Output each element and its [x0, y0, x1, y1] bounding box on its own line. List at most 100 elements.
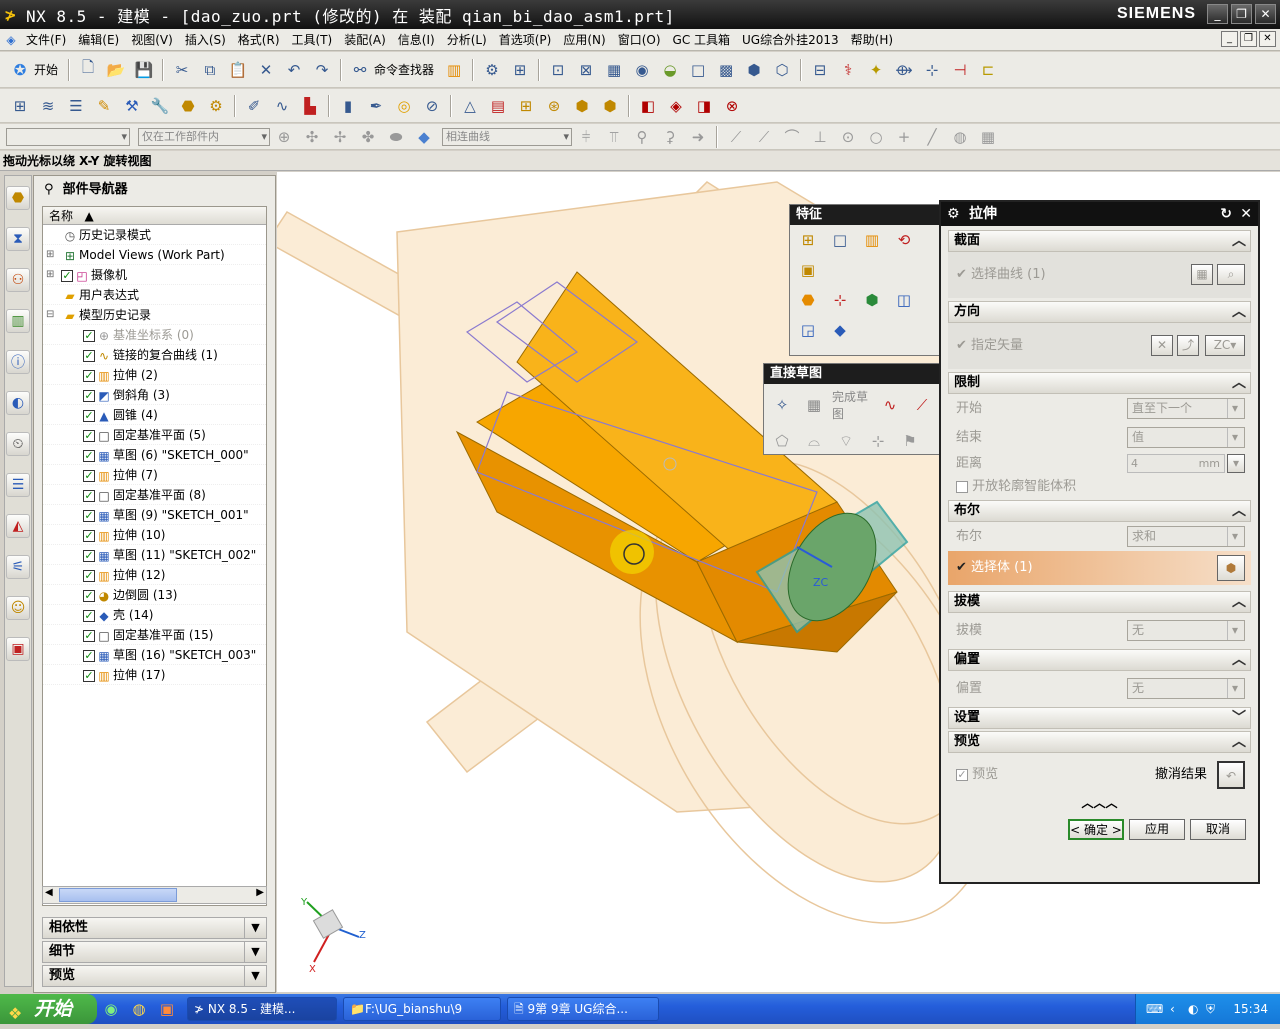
chevron-up-icon[interactable]: ︿: [1232, 501, 1246, 521]
start-menu-button[interactable]: ❖ 开始: [0, 994, 97, 1024]
snap-grid-icon[interactable]: ▦: [977, 126, 999, 148]
history-icon[interactable]: ⏲: [6, 432, 30, 456]
profile-icon[interactable]: ∿: [879, 394, 901, 416]
fillet-sketch-icon[interactable]: ⌓: [803, 430, 825, 452]
snap-line-icon[interactable]: ⟋: [725, 126, 747, 148]
delete-icon[interactable]: ✕: [255, 59, 277, 81]
line-icon[interactable]: ⟋: [911, 394, 933, 416]
roles-icon[interactable]: ☺: [6, 596, 30, 620]
undo-result-button[interactable]: ↶: [1217, 761, 1245, 789]
tree-row[interactable]: ✓ ▦ 草图 (11) "SKETCH_002": [43, 545, 266, 565]
menu-tools[interactable]: 工具(T): [286, 29, 339, 51]
collapse-more-icon[interactable]: ︿︿︿: [941, 797, 1258, 811]
menu-info[interactable]: 信息(I): [392, 29, 441, 51]
measure-icon[interactable]: ⚕: [837, 59, 859, 81]
visibility-checkbox[interactable]: ✓: [83, 389, 95, 402]
quicklaunch-media-icon[interactable]: ▣: [156, 998, 178, 1020]
volume-icon[interactable]: ◐: [1188, 994, 1198, 1024]
visibility-checkbox[interactable]: ✓: [83, 569, 95, 582]
chevron-up-icon[interactable]: ︿: [1232, 650, 1246, 670]
tree-row[interactable]: ◷ 历史记录模式: [43, 225, 266, 245]
analysis-icon[interactable]: ⊟: [809, 59, 831, 81]
quicklaunch-ie-icon[interactable]: ◉: [100, 998, 122, 1020]
curve-snap-icon[interactable]: ⫩: [575, 126, 597, 148]
chevron-up-icon[interactable]: ︿: [1232, 231, 1246, 251]
cube-red-icon[interactable]: ◧: [637, 95, 659, 117]
background-icon[interactable]: ◒: [659, 59, 681, 81]
tree-row[interactable]: ✓ ◩ 倒斜角 (3): [43, 385, 266, 405]
polygon-icon[interactable]: ⬠: [771, 430, 793, 452]
tree-row[interactable]: ✓ □ 固定基准平面 (15): [43, 625, 266, 645]
edit-object-icon[interactable]: ⚙: [481, 59, 503, 81]
spark-icon[interactable]: ✦: [865, 59, 887, 81]
tree-row[interactable]: ▰ 用户表达式: [43, 285, 266, 305]
open-folder-icon[interactable]: 📂: [105, 59, 127, 81]
app-menu-icon[interactable]: ◈: [4, 33, 18, 47]
pattern-feature-icon[interactable]: ⊹: [829, 289, 851, 311]
chamfer-sketch-icon[interactable]: ⌔: [835, 430, 857, 452]
task-explorer[interactable]: 📁F:\UG_bianshu\9: [343, 997, 501, 1021]
layer-icon[interactable]: ▦: [603, 59, 625, 81]
chevron-down-icon[interactable]: ▼: [244, 918, 266, 938]
visibility-checkbox[interactable]: ✓: [83, 489, 95, 502]
scroll-right-icon[interactable]: ▶: [256, 887, 264, 898]
system-scene-icon[interactable]: ▣: [6, 637, 30, 661]
tree-row[interactable]: ✓ □ 固定基准平面 (5): [43, 425, 266, 445]
menu-insert[interactable]: 插入(S): [179, 29, 232, 51]
column-header-name[interactable]: 名称 ▲: [43, 207, 266, 225]
doc-close-button[interactable]: ✕: [1259, 31, 1276, 47]
draft-header[interactable]: 拔模 ︿: [948, 591, 1251, 613]
tree-row[interactable]: ✓ □ 固定基准平面 (8): [43, 485, 266, 505]
visibility-checkbox[interactable]: ✓: [83, 449, 95, 462]
pen-icon[interactable]: ✒: [365, 95, 387, 117]
horizontal-scrollbar[interactable]: ◀ ▶: [42, 886, 267, 904]
menu-ug-plugin[interactable]: UG综合外挂2013: [736, 29, 845, 51]
chevron-up-icon[interactable]: ︿: [1232, 732, 1246, 752]
reuse-library-icon[interactable]: ▥: [6, 309, 30, 333]
offset-header[interactable]: 偏置 ︿: [948, 649, 1251, 671]
expand-icon[interactable]: ⊞: [46, 265, 54, 285]
render-style-icon[interactable]: ◉: [631, 59, 653, 81]
snap-mid-icon[interactable]: ✤: [357, 126, 379, 148]
orient-view-icon[interactable]: ⬡: [771, 59, 793, 81]
paste-icon[interactable]: 📋: [227, 59, 249, 81]
chevron-down-icon[interactable]: ▼: [244, 942, 266, 962]
menu-application[interactable]: 应用(N): [557, 29, 611, 51]
visibility-checkbox[interactable]: ✓: [83, 589, 95, 602]
distance-menu-button[interactable]: ▾: [1227, 454, 1245, 473]
task-document[interactable]: 🗎 9第 9章 UG综合...: [507, 997, 659, 1021]
visibility-checkbox[interactable]: ✓: [83, 469, 95, 482]
type-filter-combo[interactable]: [6, 127, 130, 146]
view-box-icon[interactable]: □: [687, 59, 709, 81]
snap-tangent-icon[interactable]: ⟋: [753, 126, 775, 148]
specify-vector-row[interactable]: ✔ 指定矢量 ✕ ⤴ ZC▾: [948, 323, 1251, 369]
cut-icon[interactable]: ✂: [171, 59, 193, 81]
grid-icon[interactable]: ▩: [715, 59, 737, 81]
chevron-up-icon[interactable]: ︿: [1232, 592, 1246, 612]
sketch-section-button[interactable]: ▦: [1191, 264, 1213, 285]
snap-face-icon[interactable]: ◍: [949, 126, 971, 148]
boolean-header[interactable]: 布尔 ︿: [948, 500, 1251, 522]
gear-icon[interactable]: ⚙: [947, 202, 960, 226]
preview-panel[interactable]: 预览 ▼: [42, 965, 267, 987]
settings-header[interactable]: 设置 ﹀: [948, 707, 1251, 729]
snap-center-icon[interactable]: ⊙: [837, 126, 859, 148]
hide-icon[interactable]: ⊘: [421, 95, 443, 117]
select-body-row[interactable]: ✔ 选择体 (1) ⬢: [948, 551, 1251, 585]
expand-tray-icon[interactable]: ‹: [1170, 994, 1175, 1024]
tree-row[interactable]: ✓ ◕ 边倒圆 (13): [43, 585, 266, 605]
distance-input[interactable]: 4 mm: [1127, 454, 1225, 473]
snap-perp-icon[interactable]: ⊥: [809, 126, 831, 148]
snap-end-icon[interactable]: ✢: [329, 126, 351, 148]
visibility-checkbox[interactable]: ✓: [83, 529, 95, 542]
curve-node-icon[interactable]: ⚲: [631, 126, 653, 148]
security-icon[interactable]: ⛨: [1206, 994, 1215, 1024]
tree-row[interactable]: ✓ ▥ 拉伸 (17): [43, 665, 266, 685]
doc-restore-button[interactable]: ❐: [1240, 31, 1257, 47]
visibility-checkbox[interactable]: ✓: [83, 429, 95, 442]
point-icon[interactable]: ⊹: [921, 59, 943, 81]
history-palette-icon[interactable]: ◐: [6, 391, 30, 415]
start-combo[interactable]: 直至下一个: [1127, 398, 1245, 419]
expand-icon[interactable]: ⊞: [46, 245, 54, 265]
visibility-checkbox[interactable]: ✓: [83, 649, 95, 662]
